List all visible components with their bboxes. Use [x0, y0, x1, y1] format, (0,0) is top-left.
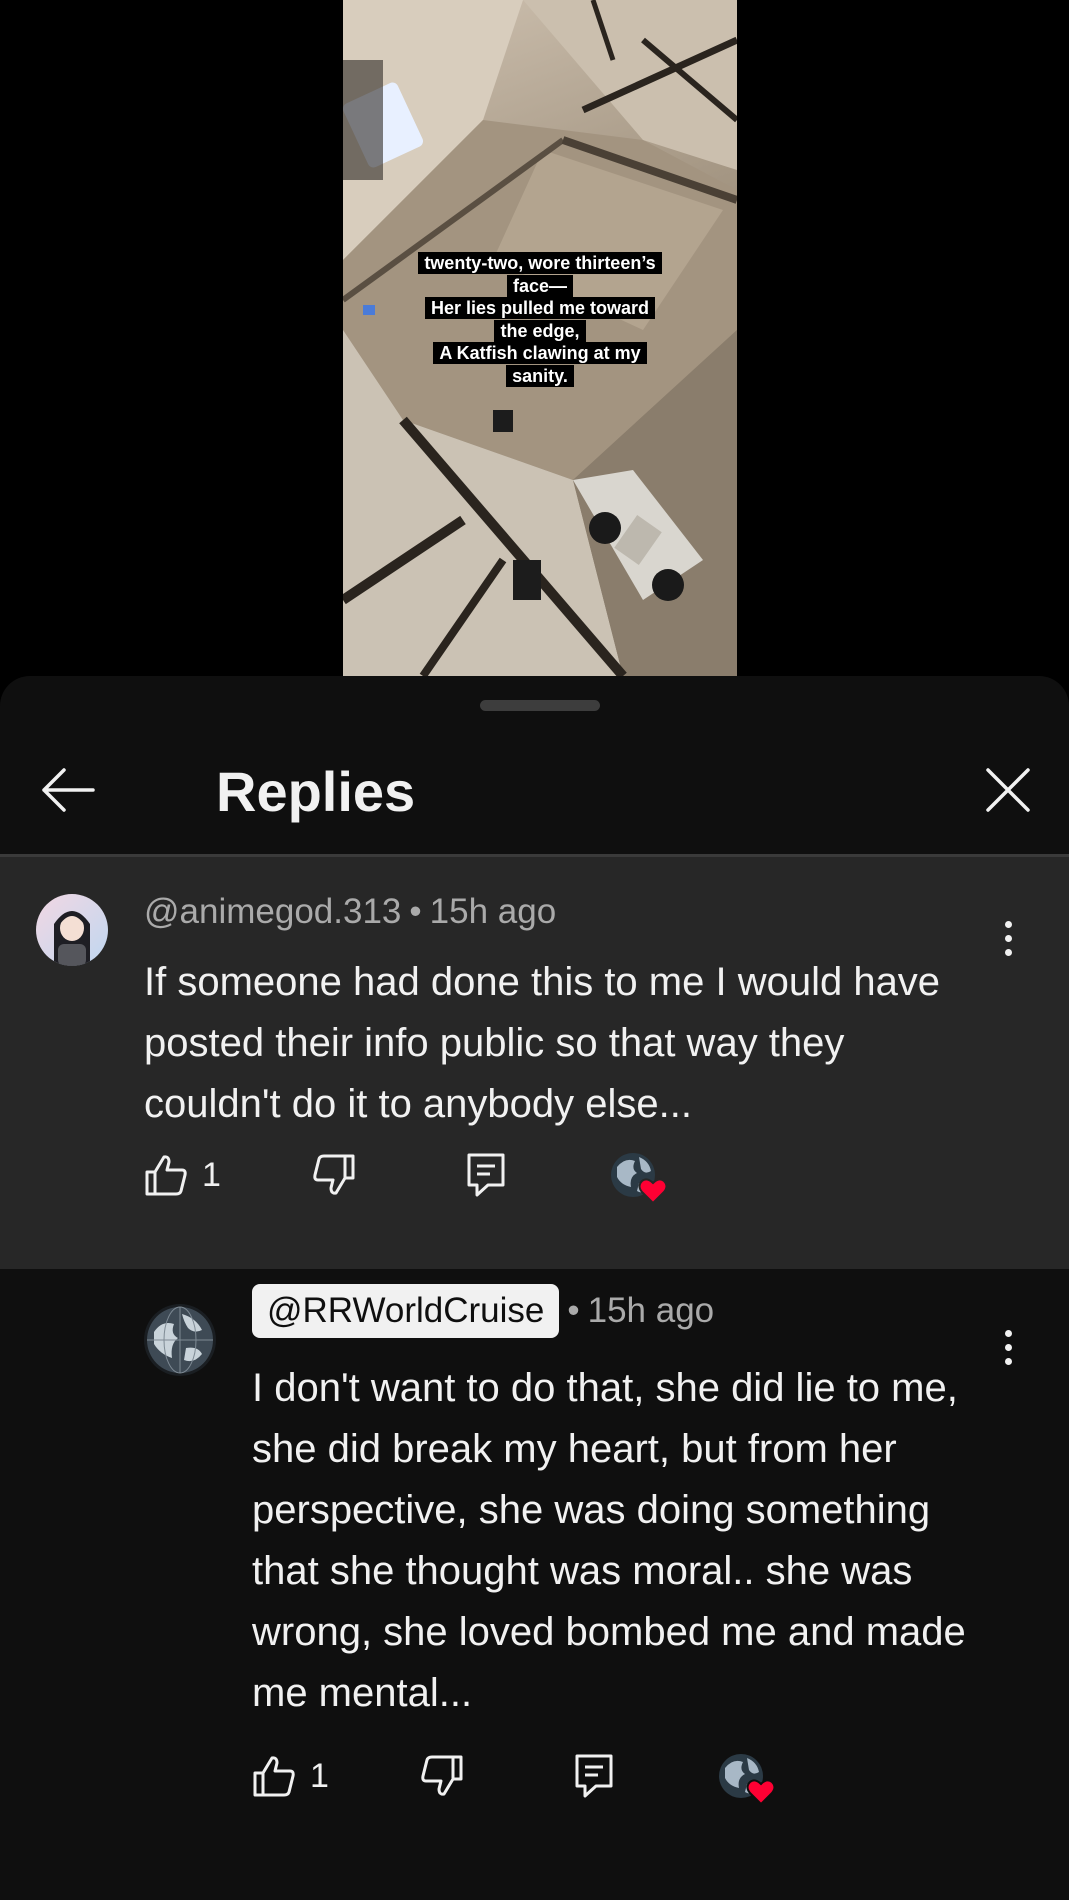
caption-line: the edge,	[494, 319, 586, 342]
drag-handle[interactable]	[480, 700, 600, 711]
like-count: 1	[310, 1756, 329, 1795]
video-player-area[interactable]: twenty-two, wore thirteen’s face— Her li…	[0, 0, 1069, 676]
like-count: 1	[202, 1155, 221, 1194]
more-vert-icon	[1004, 1329, 1012, 1365]
comment-actions: 1	[252, 1746, 812, 1806]
comment-meta: @animegod.313 • 15h ago	[144, 890, 556, 934]
like-button[interactable]: 1	[144, 1145, 221, 1205]
reply-icon	[575, 1754, 613, 1798]
comment-actions: 1	[144, 1145, 704, 1205]
replies-sheet: Replies @animegod.313 • 15h ago If someo…	[0, 676, 1069, 1900]
thumb-down-icon	[313, 1154, 355, 1195]
creator-heart-icon	[719, 1754, 776, 1806]
highlighted-comment: @animegod.313 • 15h ago If someone had don…	[0, 857, 1069, 1269]
video-caption: twenty-two, wore thirteen’s face— Her li…	[343, 252, 737, 387]
comment-timestamp: 15h ago	[429, 892, 557, 931]
thumb-down-icon	[421, 1755, 463, 1796]
reply-icon	[467, 1153, 505, 1197]
reply-button[interactable]	[466, 1145, 506, 1205]
sheet-header: Replies	[0, 716, 1069, 854]
caption-line: Her lies pulled me toward	[424, 297, 656, 319]
comment-menu-button[interactable]	[988, 1317, 1028, 1377]
like-button[interactable]: 1	[252, 1746, 329, 1806]
comment-author[interactable]: @animegod.313	[144, 892, 401, 931]
meta-separator: •	[567, 1291, 580, 1330]
reply-comment: @RRWorldCruise • 15h ago I don't want to d…	[0, 1269, 1069, 1900]
caption-line: sanity.	[506, 364, 574, 387]
creator-heart-badge	[717, 1752, 779, 1808]
creator-heart-badge	[609, 1151, 671, 1207]
comment-meta: @RRWorldCruise • 15h ago	[252, 1284, 714, 1338]
comment-text: I don't want to do that, she did lie to …	[252, 1366, 966, 1715]
reply-button[interactable]	[574, 1746, 614, 1806]
thumb-up-icon	[253, 1756, 295, 1797]
dislike-button[interactable]	[420, 1746, 464, 1806]
avatar[interactable]	[144, 1304, 216, 1376]
caption-line: twenty-two, wore thirteen’s	[418, 252, 662, 274]
thumb-up-icon	[145, 1155, 187, 1196]
back-button[interactable]	[38, 760, 98, 820]
comment-menu-button[interactable]	[988, 908, 1028, 968]
close-icon	[986, 768, 1030, 812]
arrow-left-icon	[42, 768, 95, 812]
globe-avatar-image	[144, 1304, 216, 1376]
caption-line: face—	[506, 274, 574, 297]
anime-avatar-image	[36, 894, 108, 966]
comment-timestamp: 15h ago	[587, 1291, 715, 1330]
video-frame[interactable]: twenty-two, wore thirteen’s face— Her li…	[343, 0, 737, 676]
dislike-button[interactable]	[312, 1145, 356, 1205]
sheet-title: Replies	[216, 760, 416, 823]
avatar[interactable]	[36, 894, 108, 966]
more-vert-icon	[1004, 920, 1012, 956]
meta-separator: •	[409, 892, 422, 931]
caption-line: A Katfish clawing at my	[433, 342, 647, 364]
comment-text: If someone had done this to me I would h…	[144, 960, 941, 1126]
comment-author-chip[interactable]: @RRWorldCruise	[252, 1284, 560, 1338]
creator-heart-icon	[611, 1153, 668, 1205]
close-button[interactable]	[978, 760, 1038, 820]
